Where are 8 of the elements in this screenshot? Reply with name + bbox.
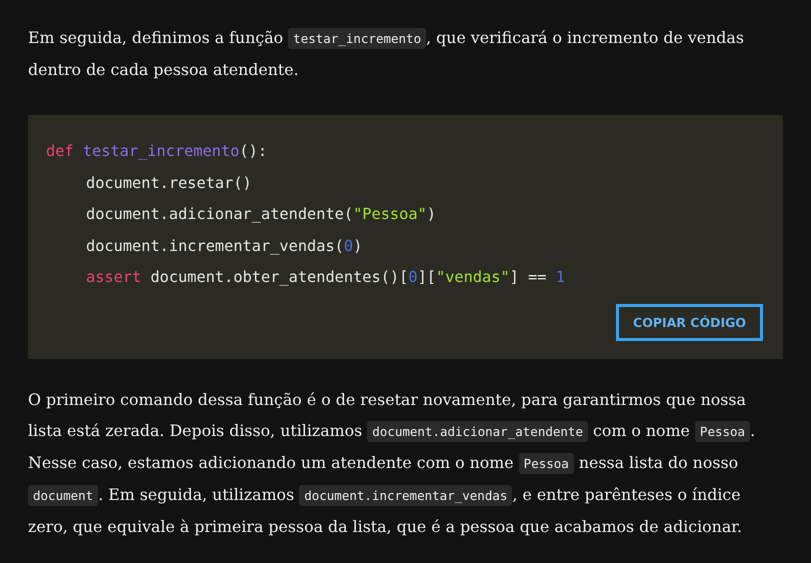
paragraph: O primeiro comando dessa função é o de resetar novamente, para garantirmos que nossa lista está zerada. Depois disso, utilizamos document.adicionar_atendente com o nome Pessoa . Nesse caso, estamos adicionando um atendente com o nome Pessoa nessa lista do nosso document . Em seguida, utilizamos document.incrementar_vendas , e entre parênteses o índice zero, que equivale à primeira pessoa da lista, que é a pessoa que acabamos de adicionar. — [28, 388, 756, 538]
code-line: document.adicionar_atendente("Pessoa") — [86, 204, 436, 225]
code-line: document.incrementar_vendas(0) — [86, 236, 362, 257]
paragraph: Em seguida, definimos a função testar_incremento , que verificará o incremento de vendas dentro de cada pessoa atendente. — [28, 27, 745, 81]
code-line: document.resetar() — [86, 172, 252, 194]
copy-code-button[interactable]: COPIAR CÓDIGO — [616, 304, 763, 340]
code-line: assert document.obter_atendentes()[0]["vendas"] == 1 — [86, 267, 565, 288]
code-line: def testar_incremento(): — [46, 141, 268, 162]
